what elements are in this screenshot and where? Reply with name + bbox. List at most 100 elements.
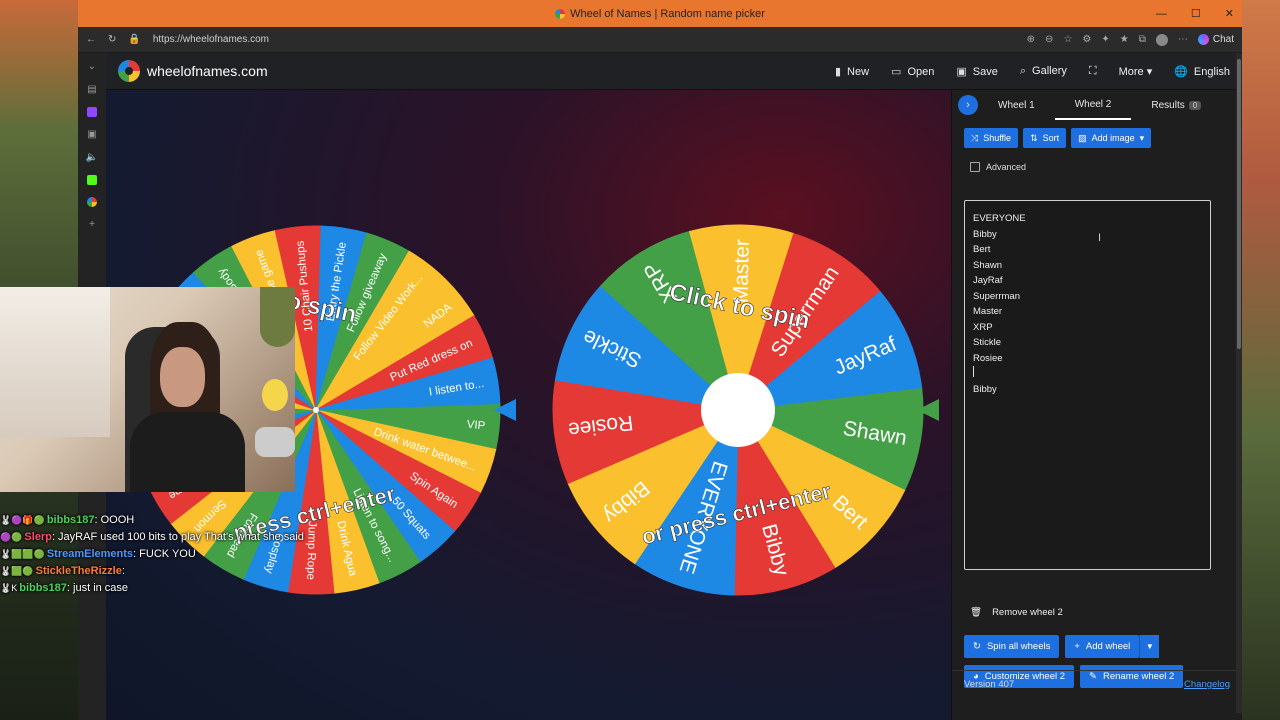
webcam-overlay — [0, 287, 295, 492]
fullscreen-icon[interactable]: ⛶ — [1089, 65, 1097, 78]
entry-line: JayRaf — [973, 275, 1003, 286]
maximize-button[interactable]: ☐ — [1191, 7, 1201, 20]
chat-message: 🐰🟩🟩🟢 StreamElements: FUCK YOU — [0, 546, 300, 563]
collections-icon[interactable]: ⧉ — [1139, 34, 1146, 45]
add-wheel-group: + Add wheel ▼ — [1065, 635, 1160, 658]
lock-icon: 🔒 — [128, 34, 141, 45]
chat-badges: 🐰🟩🟩🟢 — [0, 549, 45, 559]
window-controls: — ☐ ✕ — [1156, 0, 1234, 27]
refresh-icon: ↻ — [973, 641, 981, 652]
twitch-icon[interactable] — [87, 107, 97, 117]
copilot-chat-button[interactable]: Chat — [1197, 34, 1234, 45]
toolbar-icons: ⊕ ⊖ ☆ ⚙ ✦ ★ ⧉ ⋯ Chat — [1027, 33, 1234, 46]
nav-new[interactable]: ▮ New — [835, 65, 869, 78]
favorite-star-icon[interactable]: ☆ — [1063, 34, 1072, 45]
speaker-icon[interactable]: 🔈 — [86, 152, 98, 163]
minimize-button[interactable]: — — [1156, 8, 1167, 20]
changelog-link[interactable]: Changelog — [1184, 679, 1230, 690]
wheel1-slice-label: Jump Rope — [304, 521, 318, 580]
entries-panel: › Wheel 1 Wheel 2 Results 0 ⤨ Shuffle ⇅ Sor… — [951, 90, 1242, 720]
globe-icon: 🌐 — [1174, 65, 1188, 78]
add-image-button[interactable]: ▨ Add image ▾ — [1071, 128, 1152, 148]
chat-message: 🐰🟣🎁🟢 bibbs187: OOOH — [0, 512, 300, 529]
nav-save[interactable]: ▣ Save — [956, 65, 997, 78]
zoom-icon[interactable]: ⊕ — [1027, 34, 1035, 45]
profile-avatar[interactable] — [1155, 33, 1168, 46]
entry-line: Bert — [973, 244, 991, 255]
entries-textarea[interactable]: EVERYONE Bibby Bert Shawn JayRaf Superrman Mas… — [964, 200, 1211, 570]
url-field[interactable]: https://wheelofnames.com — [153, 34, 1015, 45]
search-icon: ⌕ — [1019, 64, 1027, 77]
tab-wheel-1[interactable]: Wheel 1 — [978, 90, 1055, 120]
chat-badges: 🐰🟣🎁🟢 — [0, 515, 45, 525]
image-icon: ▨ — [1078, 132, 1087, 143]
text-cursor-icon: I — [1098, 232, 1102, 244]
sort-button[interactable]: ⇅ Sort — [1023, 128, 1067, 148]
reader-icon[interactable]: ⊖ — [1045, 34, 1053, 45]
sidebar-page-icon[interactable]: ▣ — [87, 129, 96, 140]
chat-username: bibbs187 — [19, 582, 67, 594]
wheel1-hub — [313, 407, 319, 413]
tab-wheel-2[interactable]: Wheel 2 — [1054, 90, 1132, 120]
webcam-duck — [262, 379, 288, 411]
chevron-down-icon: ▼ — [1145, 642, 1154, 651]
entry-line: Superrman — [973, 290, 1020, 302]
wheel2-wheel[interactable]: ShawnBertBibbyEVERYONEBibbyRosieeStickle… — [552, 224, 939, 596]
window-title: Wheel of Names | Random name picker — [570, 7, 765, 20]
advanced-checkbox[interactable] — [970, 162, 980, 172]
tab-results[interactable]: Results 0 — [1131, 90, 1221, 120]
extensions-icon[interactable]: ⚙ — [1082, 34, 1091, 45]
nav-language[interactable]: 🌐 English — [1174, 65, 1230, 78]
extension-icon[interactable]: ✦ — [1101, 34, 1109, 45]
kick-icon[interactable] — [87, 175, 97, 185]
entry-line: Bibby — [973, 383, 997, 395]
entry-line: Master — [973, 306, 1003, 317]
webcam-plant — [260, 287, 295, 347]
chevron-right-icon: › — [966, 99, 970, 111]
add-wheel-label: Add wheel — [1085, 641, 1131, 652]
sidebar-app-icon[interactable]: ▤ — [87, 84, 96, 95]
nav-open[interactable]: ▭ Open — [891, 65, 934, 78]
advanced-label: Advanced — [986, 162, 1027, 172]
back-icon[interactable]: ← — [86, 34, 96, 45]
page-scrollbar[interactable] — [1236, 53, 1242, 713]
site-logo[interactable]: wheelofnames.com — [118, 60, 268, 82]
sort-label: Sort — [1042, 133, 1060, 143]
chat-text: : — [121, 565, 125, 577]
add-wheel-dropdown[interactable]: ▼ — [1139, 635, 1160, 658]
wheel-app-icon[interactable] — [87, 197, 97, 207]
webcam-person-body — [130, 412, 245, 492]
logo-text: wheelofnames.com — [147, 63, 268, 79]
chat-text: : OOOH — [94, 514, 135, 526]
title-bar: Wheel of Names | Random name picker — ☐ … — [78, 0, 1242, 27]
results-count-badge: 0 — [1188, 100, 1202, 110]
chat-username: StickleTheRizzle — [35, 565, 122, 577]
entry-line: XRP — [973, 321, 993, 333]
advanced-toggle[interactable]: Advanced — [952, 148, 1242, 172]
sort-icon: ⇅ — [1030, 132, 1038, 143]
scrollbar-thumb[interactable] — [1237, 59, 1241, 349]
refresh-icon[interactable]: ↻ — [108, 34, 116, 45]
add-sidebar-app-icon[interactable]: + — [89, 219, 95, 230]
spin-all-wheels-button[interactable]: ↻ Spin all wheels — [964, 635, 1060, 658]
plus-icon: + — [1074, 641, 1080, 652]
entry-line: Stickle — [973, 337, 1001, 348]
collapse-panel-button[interactable]: › — [958, 95, 978, 115]
close-button[interactable]: ✕ — [1225, 7, 1234, 20]
menu-dots-icon[interactable]: ⋯ — [1178, 34, 1188, 45]
entry-line: Shawn — [973, 259, 1003, 271]
nav-open-label: Open — [907, 65, 935, 78]
shuffle-button[interactable]: ⤨ Shuffle — [964, 128, 1019, 148]
sidebar-collapse-icon[interactable]: ⌄ — [88, 61, 96, 72]
site-header: wheelofnames.com ▮ New ▭ Open ▣ Save ⌕ Galle… — [106, 53, 1242, 90]
nav-more-label: More — [1118, 65, 1144, 78]
favicon-icon — [555, 8, 566, 19]
nav-gallery[interactable]: ⌕ Gallery — [1020, 65, 1067, 78]
chat-badges: 🟣🟢 — [0, 532, 23, 542]
chat-badges: 🐰🟩🟢 — [0, 566, 34, 576]
add-wheel-button[interactable]: + Add wheel — [1065, 635, 1140, 658]
remove-wheel-button[interactable]: 🗑 Remove wheel 2 — [970, 607, 1063, 618]
nav-more[interactable]: More ▾ — [1119, 65, 1153, 78]
chat-message: 🐰K bibbs187: just in case — [0, 580, 300, 597]
favorites-icon[interactable]: ★ — [1120, 34, 1129, 45]
